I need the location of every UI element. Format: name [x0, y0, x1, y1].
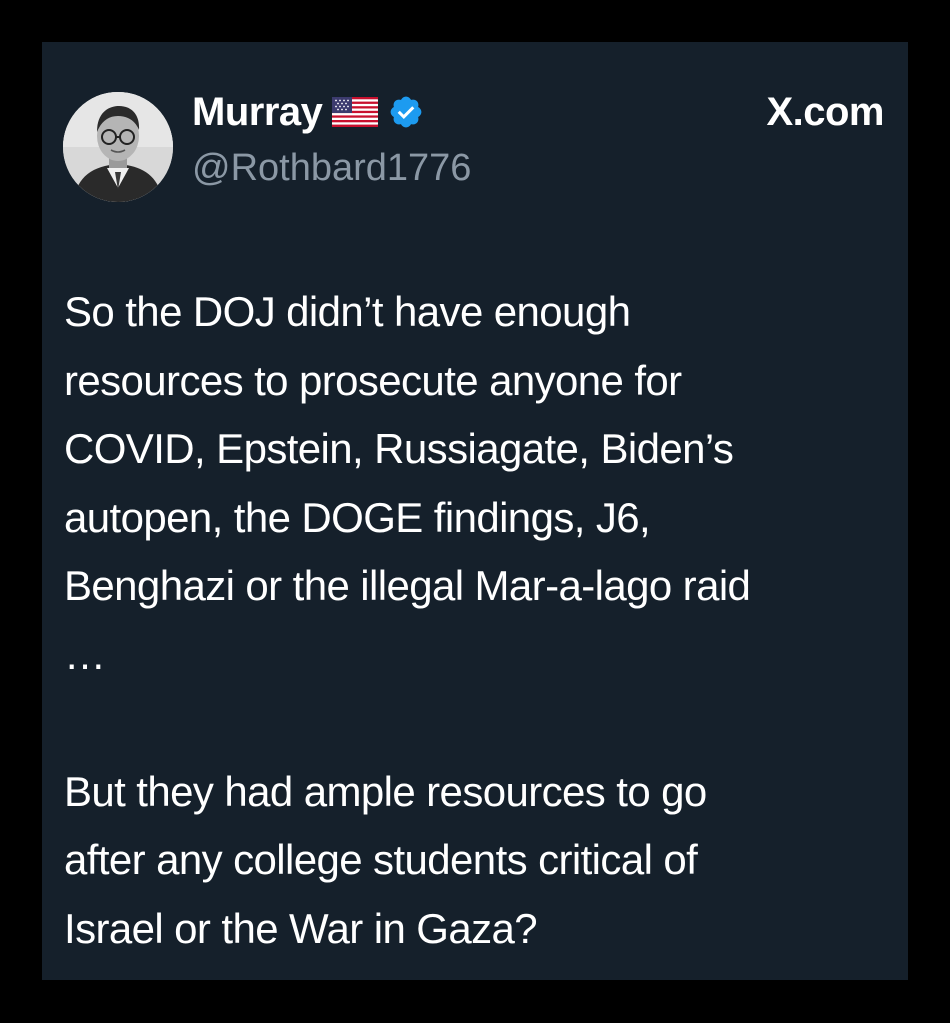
tweet-line: resources to prosecute anyone for [64, 356, 682, 404]
tweet-line-blank [64, 689, 894, 758]
tweet-line: COVID, Epstein, Russiagate, Biden’s [64, 425, 734, 472]
tweet-card: Murray @Rothbard1776 X.com So the DOJ di… [42, 42, 908, 980]
author-handle[interactable]: @Rothbard1776 [192, 146, 471, 190]
display-name[interactable]: Murray [192, 90, 323, 134]
avatar-image [63, 92, 173, 202]
tweet-line: after any college students critical of [64, 836, 698, 883]
avatar[interactable] [63, 92, 173, 202]
tweet-text: So the DOJ didn’t have enough resources … [64, 278, 894, 963]
verified-badge-icon [391, 96, 422, 128]
tweet-line: … [64, 630, 106, 678]
us-flag-icon [332, 97, 379, 127]
source-label: X.com [766, 90, 884, 134]
tweet-line: But they had ample resources to go [64, 767, 707, 815]
tweet-line: Israel or the War in Gaza? [64, 904, 538, 952]
tweet-line: autopen, the DOGE findings, J6, [64, 493, 651, 541]
author-name-row: Murray [192, 90, 424, 134]
tweet-line: Benghazi or the illegal Mar-a-lago raid [64, 562, 751, 609]
tweet-line: So the DOJ didn’t have enough [64, 288, 631, 335]
